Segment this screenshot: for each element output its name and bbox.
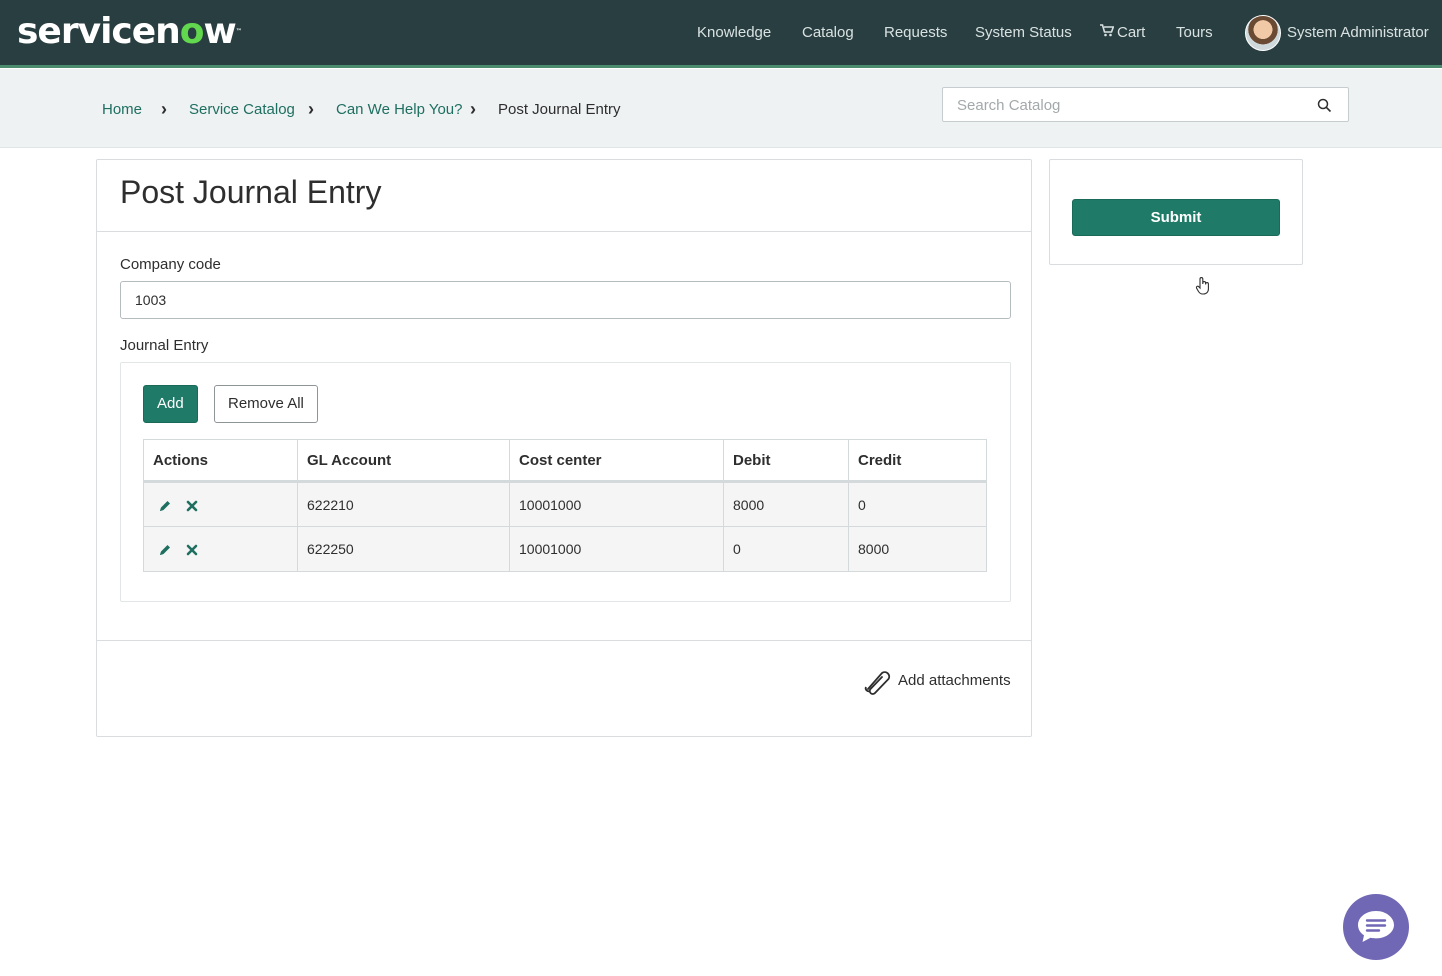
top-navbar: servicenow™ Knowledge Catalog Requests S… <box>0 0 1442 68</box>
nav-user-name[interactable]: System Administrator <box>1287 23 1429 43</box>
search-catalog <box>942 87 1349 122</box>
cell-cost-center: 10001000 <box>509 481 724 527</box>
table-header-row: Actions GL Account Cost center Debit Cre… <box>143 439 987 483</box>
chat-button[interactable] <box>1343 894 1409 960</box>
col-credit: Credit <box>848 439 987 483</box>
company-code-field[interactable] <box>120 281 1011 319</box>
hand-cursor-icon <box>1195 277 1209 295</box>
company-code-label: Company code <box>120 256 221 273</box>
chevron-right-icon: › <box>161 99 167 119</box>
cell-credit: 8000 <box>848 526 987 572</box>
nav-knowledge[interactable]: Knowledge <box>697 23 771 43</box>
nav-cart[interactable]: Cart <box>1100 23 1145 43</box>
nav-tours[interactable]: Tours <box>1176 23 1213 43</box>
nav-system-status[interactable]: System Status <box>975 23 1072 43</box>
nav-catalog[interactable]: Catalog <box>802 23 854 43</box>
add-attachments-label: Add attachments <box>898 672 1011 689</box>
cart-icon <box>1100 24 1114 37</box>
col-debit: Debit <box>723 439 849 483</box>
divider <box>97 640 1031 641</box>
divider <box>97 231 1031 232</box>
order-card: Submit <box>1049 159 1303 265</box>
pencil-icon[interactable] <box>158 543 172 557</box>
chevron-right-icon: › <box>308 99 314 119</box>
nav-cart-label: Cart <box>1117 24 1146 41</box>
catalog-item-card: Post Journal Entry Company code Journal … <box>96 159 1032 737</box>
close-icon[interactable] <box>185 499 199 513</box>
row-actions <box>143 481 298 527</box>
close-icon[interactable] <box>185 543 199 557</box>
page-title: Post Journal Entry <box>120 174 382 210</box>
nav-requests[interactable]: Requests <box>884 23 947 43</box>
breadcrumb-service-catalog[interactable]: Service Catalog <box>189 100 295 120</box>
search-input[interactable] <box>957 94 1297 116</box>
user-avatar[interactable] <box>1245 15 1281 51</box>
paperclip-icon <box>864 671 891 695</box>
breadcrumb-current: Post Journal Entry <box>498 101 621 118</box>
cell-credit: 0 <box>848 481 987 527</box>
table-row: 622250 10001000 0 8000 <box>143 526 987 572</box>
row-actions <box>143 526 298 572</box>
cell-debit: 0 <box>723 526 849 572</box>
journal-entry-table: Actions GL Account Cost center Debit Cre… <box>143 439 987 572</box>
cell-debit: 8000 <box>723 481 849 527</box>
submit-button[interactable]: Submit <box>1072 199 1280 236</box>
breadcrumb-can-we-help[interactable]: Can We Help You? <box>336 100 462 120</box>
col-gl-account: GL Account <box>297 439 510 483</box>
add-attachments-link[interactable]: Add attachments <box>862 666 1011 696</box>
pencil-icon[interactable] <box>158 499 172 513</box>
breadcrumb-home[interactable]: Home <box>102 100 142 120</box>
chevron-right-icon: › <box>470 99 476 119</box>
col-cost-center: Cost center <box>509 439 724 483</box>
cell-gl-account: 622210 <box>297 481 510 527</box>
search-icon[interactable] <box>1317 98 1332 113</box>
journal-entry-panel: Add Remove All Actions GL Account Cost c… <box>120 362 1011 602</box>
cell-gl-account: 622250 <box>297 526 510 572</box>
add-row-button[interactable]: Add <box>143 385 198 423</box>
journal-entry-label: Journal Entry <box>120 337 209 354</box>
table-row: 622210 10001000 8000 0 <box>143 481 987 527</box>
chat-bubble-icon <box>1358 911 1394 942</box>
remove-all-button[interactable]: Remove All <box>214 385 318 423</box>
breadcrumb: Home › Service Catalog › Can We Help You… <box>0 69 1442 148</box>
col-actions: Actions <box>143 439 298 483</box>
cell-cost-center: 10001000 <box>509 526 724 572</box>
